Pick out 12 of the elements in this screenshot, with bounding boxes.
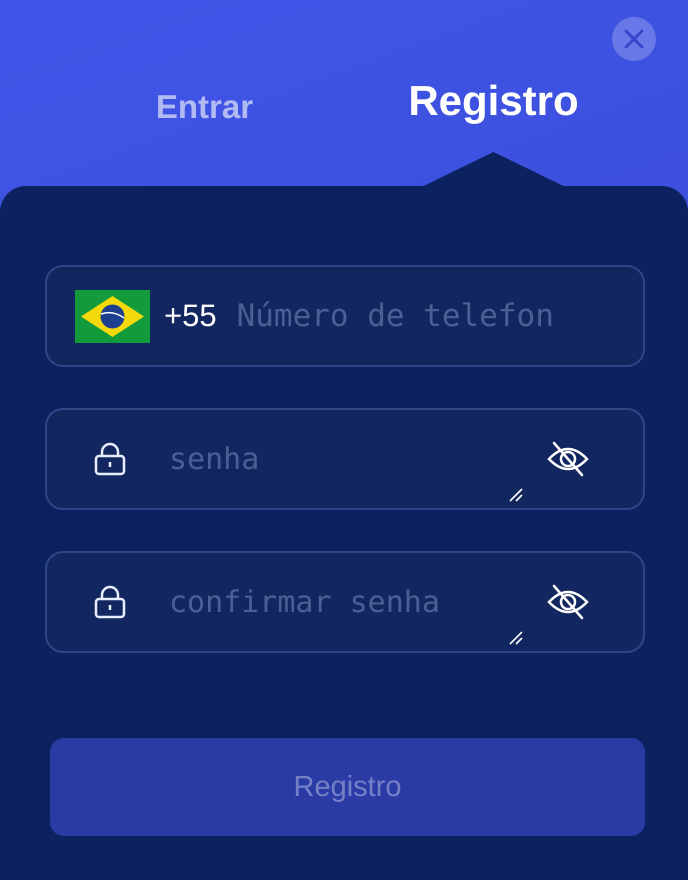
lock-icon	[93, 442, 127, 476]
phone-input[interactable]: Número de telefon	[236, 298, 615, 334]
password-input[interactable]: senha	[169, 442, 546, 476]
resize-handle-icon[interactable]	[509, 488, 523, 502]
flag-icon	[75, 290, 150, 342]
close-icon	[623, 28, 645, 50]
lock-icon	[93, 585, 127, 619]
tab[interactable]: Entrar	[156, 88, 254, 126]
resize-handle-icon[interactable]	[509, 631, 523, 645]
tab[interactable]: Registro	[408, 77, 579, 125]
password-input[interactable]: confirmar senha	[169, 584, 546, 620]
country-code: +55	[164, 298, 217, 334]
